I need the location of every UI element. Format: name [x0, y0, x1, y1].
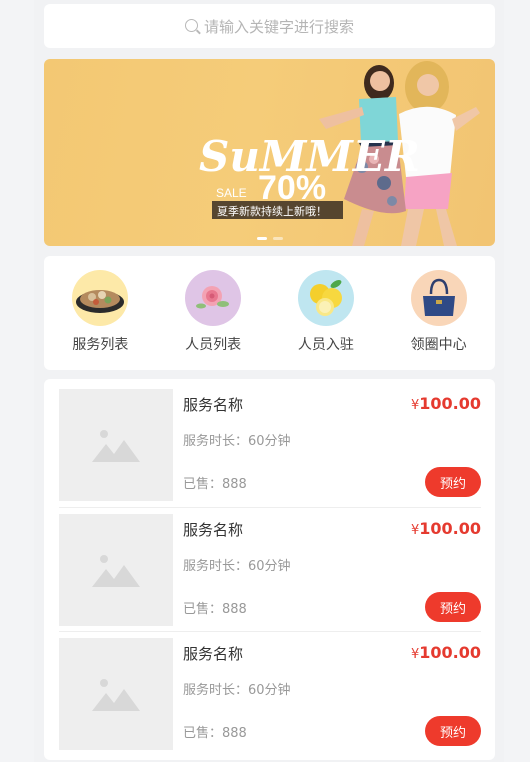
banner-caption: 夏季新款持续上新哦！: [217, 204, 327, 218]
food-platter-icon: [72, 270, 129, 326]
service-card[interactable]: 服务名称 ¥100.00 服务时长：60分钟 已售：888 预约: [59, 379, 481, 501]
search-placeholder: 请输入关键字进行搜索: [203, 17, 354, 36]
nav-label: 领圈中心: [410, 337, 467, 353]
pagination-dot[interactable]: [272, 237, 283, 240]
promo-banner[interactable]: SuMMER SALE 70% 夏季新款持续上新哦！: [44, 59, 495, 246]
service-card[interactable]: 服务名称 ¥100.00 服务时长：60分钟 已售：888 预约: [59, 507, 481, 626]
lemon-icon: [297, 270, 354, 326]
service-card[interactable]: 服务名称 ¥100.00 服务时长：60分钟 已售：888 预约: [59, 631, 481, 750]
banner-sale-word: SALE: [216, 186, 247, 200]
search-bar[interactable]: 请输入关键字进行搜索: [44, 4, 495, 48]
nav-item-service-list[interactable]: 服务列表: [44, 256, 157, 370]
service-sold-count: 已售：888: [183, 726, 247, 741]
quick-nav: 服务列表 人员列表 人员入驻 领圈中心: [44, 256, 495, 370]
nav-item-staff-join[interactable]: 人员入驻: [270, 256, 383, 370]
service-price: ¥100.00: [410, 394, 481, 413]
nav-label: 人员列表: [185, 337, 242, 353]
book-button[interactable]: 预约: [425, 467, 481, 497]
service-list: 服务名称 ¥100.00 服务时长：60分钟 已售：888 预约 服务名称 ¥1…: [44, 379, 495, 760]
nav-item-staff-list[interactable]: 人员列表: [157, 256, 270, 370]
search-icon: [184, 18, 198, 32]
service-name: 服务名称: [183, 396, 244, 414]
service-name: 服务名称: [183, 645, 244, 663]
service-price: ¥100.00: [410, 519, 481, 538]
rose-icon: [185, 270, 242, 326]
banner-image: SuMMER SALE 70% 夏季新款持续上新哦！: [199, 61, 480, 246]
service-sold-count: 已售：888: [183, 602, 247, 617]
nav-label: 服务列表: [72, 337, 129, 353]
service-name: 服务名称: [183, 521, 244, 539]
handbag-icon: [410, 270, 467, 326]
service-duration: 服务时长：60分钟: [183, 683, 291, 698]
placeholder-image-icon: [59, 389, 173, 501]
pagination-dot-active[interactable]: [256, 237, 267, 240]
placeholder-image-icon: [59, 514, 173, 626]
service-duration: 服务时长：60分钟: [183, 434, 291, 449]
service-price: ¥100.00: [410, 643, 481, 662]
nav-item-coupon-center[interactable]: 领圈中心: [382, 256, 495, 370]
service-duration: 服务时长：60分钟: [183, 559, 291, 574]
placeholder-image-icon: [59, 638, 173, 750]
service-sold-count: 已售：888: [183, 477, 247, 492]
nav-label: 人员入驻: [297, 337, 354, 353]
book-button[interactable]: 预约: [425, 716, 481, 746]
page: 请输入关键字进行搜索 SuMMER SALE 70% 夏季新款持续上新哦！ 服务…: [34, 0, 504, 762]
book-button[interactable]: 预约: [425, 592, 481, 622]
banner-pagination: [44, 237, 495, 240]
